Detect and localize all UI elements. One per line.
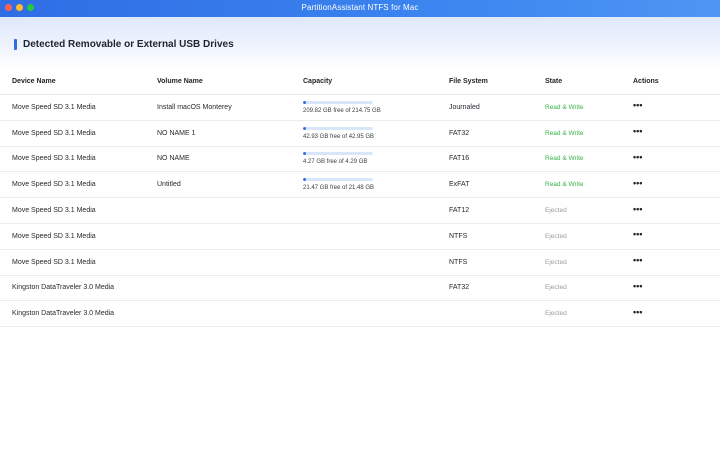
file-system-cell: FAT32	[449, 284, 470, 292]
table-row[interactable]: Move Speed SD 3.1 Media NO NAME 4.27 GB fr…	[0, 147, 720, 173]
device-name-cell: Move Speed SD 3.1 Media	[12, 232, 96, 240]
actions-cell: •••	[633, 301, 642, 326]
column-header-device[interactable]: Device Name	[12, 69, 56, 94]
actions-cell: •••	[633, 121, 642, 146]
column-header-capacity[interactable]: Capacity	[303, 69, 332, 94]
more-actions-icon[interactable]: •••	[633, 101, 642, 110]
column-header-actions: Actions	[633, 78, 659, 85]
capacity-bar-fill	[303, 178, 306, 182]
window-title: PartitionAssistant NTFS for Mac	[301, 3, 419, 12]
file-system-cell: NTFS	[449, 232, 468, 240]
more-actions-icon[interactable]: •••	[633, 307, 642, 317]
status-badge: Ejected	[545, 232, 567, 240]
capacity-text: 42.93 GB free of 42.95 GB	[303, 133, 375, 140]
device-name-cell: Kingston DataTraveler 3.0 Media	[12, 310, 115, 318]
device-name-cell: Kingston DataTraveler 3.0 Media	[12, 284, 115, 292]
capacity-text: 209.82 GB free of 214.75 GB	[303, 107, 381, 114]
actions-cell: •••	[633, 276, 642, 301]
more-actions-icon[interactable]: •••	[633, 152, 642, 162]
more-actions-icon[interactable]: •••	[633, 256, 642, 265]
device-name-cell: Move Speed SD 3.1 Media	[12, 155, 96, 163]
file-system-cell: FAT32	[449, 129, 470, 137]
volume-name-cell: Install macOS Monterey	[157, 103, 232, 111]
more-actions-icon[interactable]: •••	[633, 230, 642, 239]
status-badge: Ejected	[545, 284, 567, 292]
section-title: Detected Removable or External USB Drive…	[23, 39, 234, 50]
device-name-cell: Move Speed SD 3.1 Media	[12, 258, 96, 266]
section-header: Detected Removable or External USB Drive…	[0, 17, 720, 69]
file-system-cell: NTFS	[449, 258, 468, 266]
capacity-bar	[303, 100, 373, 104]
volume-name-cell: Untitled	[157, 181, 181, 189]
capacity-text: 21.47 GB free of 21.48 GB	[303, 185, 375, 192]
title-bar: PartitionAssistant NTFS for Mac	[0, 0, 720, 17]
capacity-text: 4.27 GB free of 4.29 GB	[303, 159, 368, 166]
table-body: Move Speed SD 3.1 Media Install macOS Mon…	[0, 95, 720, 328]
status-badge: Ejected	[545, 207, 567, 215]
capacity-cell: 21.47 GB free of 21.48 GB	[303, 172, 374, 197]
table-row[interactable]: Move Speed SD 3.1 Media NTFS Ejected •••	[0, 224, 720, 250]
actions-cell: •••	[633, 198, 642, 223]
volume-name-cell: NO NAME 1	[157, 129, 196, 137]
column-header-volume[interactable]: Volume Name	[157, 69, 203, 94]
status-badge: Ejected	[545, 310, 567, 318]
file-system-cell: Journaled	[449, 103, 480, 111]
device-name-cell: Move Speed SD 3.1 Media	[12, 181, 96, 189]
drives-table: Device Name Volume Name Capacity File Sy…	[0, 69, 720, 328]
actions-cell: •••	[633, 224, 642, 249]
actions-cell: •••	[633, 250, 642, 275]
device-name-cell: Move Speed SD 3.1 Media	[12, 207, 96, 215]
more-actions-icon[interactable]: •••	[633, 204, 642, 214]
status-badge: Read & Write	[545, 181, 584, 189]
table-row[interactable]: Move Speed SD 3.1 Media NO NAME 1 42.93 GB…	[0, 121, 720, 147]
volume-name-cell: NO NAME	[157, 155, 190, 163]
table-row[interactable]: Kingston DataTraveler 3.0 Media Ejected ••…	[0, 301, 720, 328]
actions-cell: •••	[633, 95, 642, 120]
more-actions-icon[interactable]: •••	[633, 281, 642, 291]
capacity-bar-fill	[303, 152, 306, 156]
column-header-state[interactable]: State	[545, 69, 562, 94]
device-name-cell: Move Speed SD 3.1 Media	[12, 129, 96, 137]
column-header-file-system[interactable]: File System	[449, 69, 488, 94]
more-actions-icon[interactable]: •••	[633, 127, 642, 136]
capacity-cell: 42.93 GB free of 42.95 GB	[303, 121, 374, 146]
actions-cell: •••	[633, 172, 642, 197]
device-name-cell: Move Speed SD 3.1 Media	[12, 103, 96, 111]
capacity-bar	[303, 152, 373, 156]
file-system-cell: ExFAT	[449, 181, 470, 189]
file-system-cell: FAT12	[449, 207, 470, 215]
status-badge: Ejected	[545, 258, 567, 266]
status-badge: Read & Write	[545, 103, 584, 111]
capacity-bar	[303, 178, 373, 182]
more-actions-icon[interactable]: •••	[633, 178, 642, 188]
capacity-bar	[303, 126, 373, 130]
status-badge: Read & Write	[545, 129, 584, 137]
capacity-bar-fill	[303, 126, 306, 130]
table-row[interactable]: Kingston DataTraveler 3.0 Media FAT32 Ejec…	[0, 276, 720, 302]
actions-cell: •••	[633, 147, 642, 172]
file-system-cell: FAT16	[449, 155, 470, 163]
table-row[interactable]: Move Speed SD 3.1 Media NTFS Ejected •••	[0, 250, 720, 276]
status-badge: Read & Write	[545, 155, 584, 163]
capacity-cell: 209.82 GB free of 214.75 GB	[303, 95, 381, 120]
capacity-cell: 4.27 GB free of 4.29 GB	[303, 147, 373, 172]
table-row[interactable]: Move Speed SD 3.1 Media Untitled 21.47 GB …	[0, 172, 720, 199]
table-row[interactable]: Move Speed SD 3.1 Media Install macOS Mon…	[0, 95, 720, 121]
capacity-bar-fill	[303, 100, 306, 104]
table-header-row: Device Name Volume Name Capacity File Sy…	[0, 69, 720, 95]
table-row[interactable]: Move Speed SD 3.1 Media FAT12 Ejected •••	[0, 198, 720, 224]
section-accent-bar	[14, 39, 17, 50]
app-window: PartitionAssistant NTFS for Mac Detected…	[0, 0, 720, 465]
